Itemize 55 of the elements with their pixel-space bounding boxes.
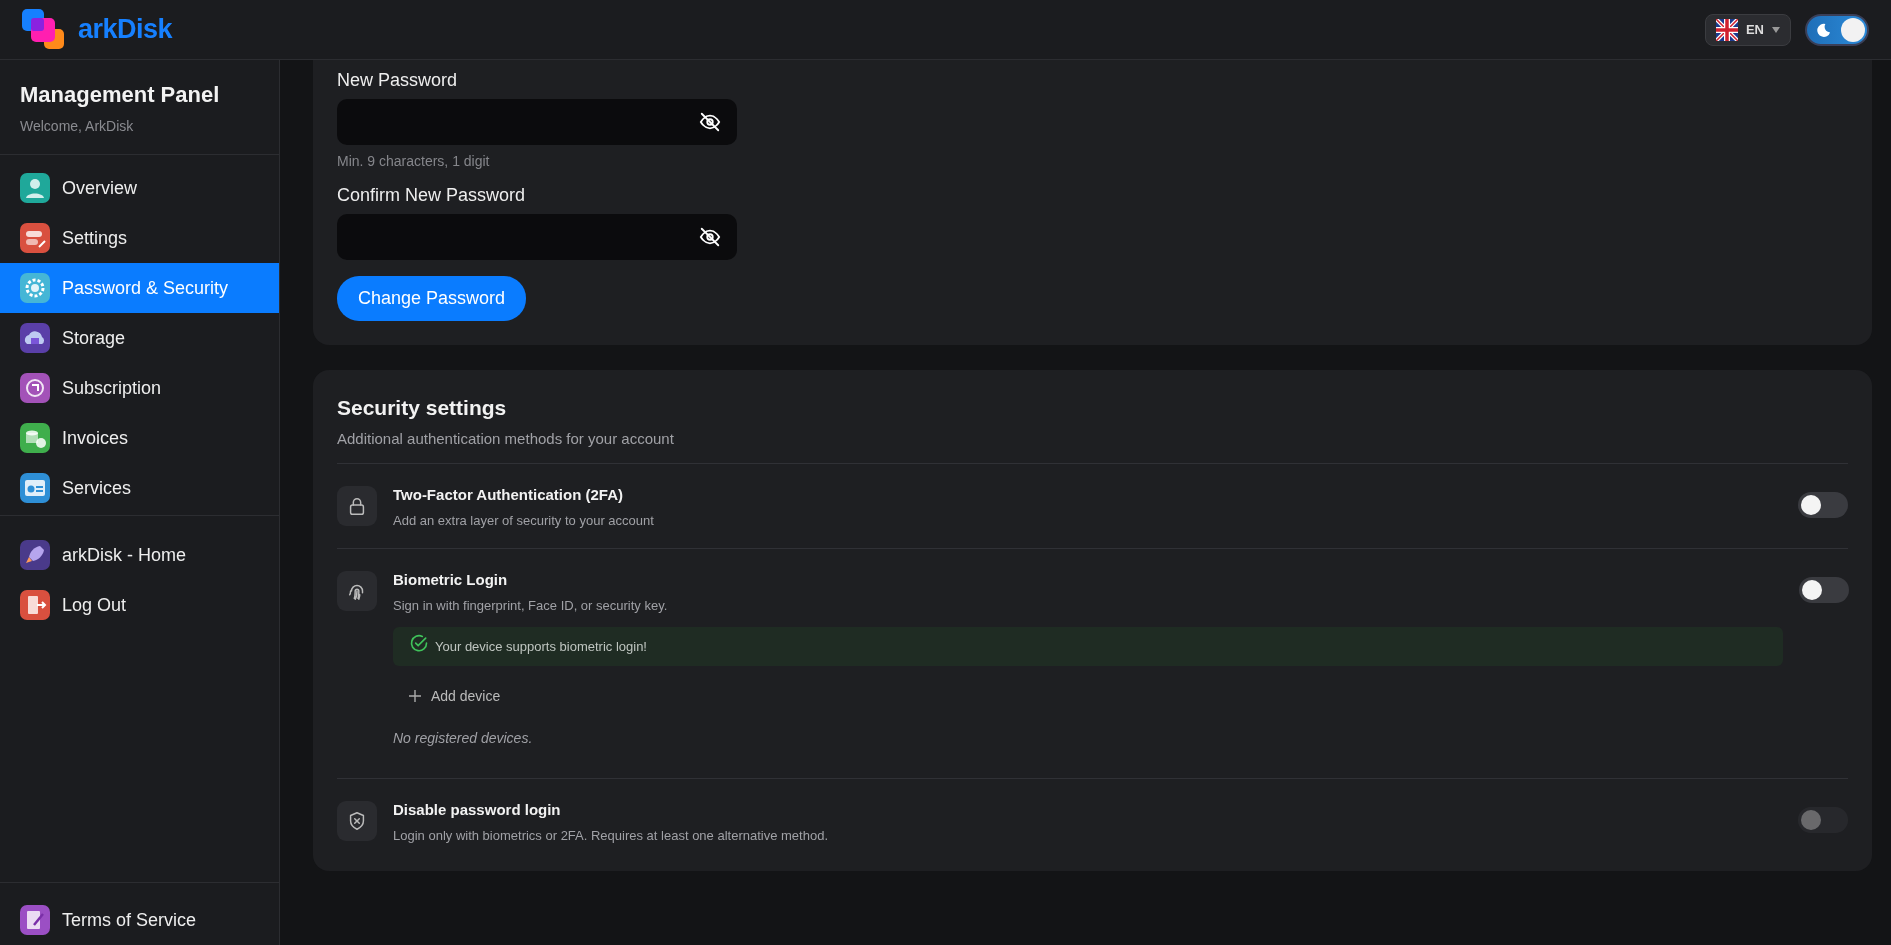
shield-icon	[337, 801, 377, 841]
fingerprint-icon	[337, 571, 377, 611]
sidebar-item[interactable]: Log Out	[0, 580, 279, 630]
sidebar-item[interactable]: Password & Security	[0, 263, 279, 313]
caret-icon	[1772, 26, 1780, 33]
sidebar-item[interactable]: Storage	[0, 313, 279, 363]
sidebar-item-icon	[20, 905, 50, 935]
setting-title: Two-Factor Authentication (2FA)	[393, 486, 624, 503]
language-selector[interactable]: EN	[1704, 13, 1791, 46]
brand-name: arkDisk	[78, 14, 173, 45]
sidebar-item[interactable]: arkDisk - Home	[0, 530, 279, 580]
plus-icon	[409, 690, 421, 702]
welcome-text: Welcome, ArkDisk	[20, 118, 135, 134]
password-field[interactable]	[337, 99, 737, 145]
eye-off-icon[interactable]	[699, 111, 721, 133]
lock-icon	[337, 486, 377, 526]
section-subtitle: Additional authentication methods for your account	[337, 430, 1848, 464]
field-label: New Password	[337, 70, 459, 91]
sidebar-item-icon	[20, 473, 50, 503]
field-label: Confirm New Password	[337, 185, 527, 206]
setting-description: Add an extra layer of security to your account	[393, 513, 655, 528]
sidebar-item[interactable]: Terms of Service	[0, 895, 279, 945]
sidebar-item-icon	[20, 540, 50, 570]
sidebar-item-icon	[20, 273, 50, 303]
sidebar-item-icon	[20, 173, 50, 203]
section-title: Security settings	[337, 396, 508, 420]
setting-description: Sign in with fingerprint, Face ID, or security key.	[393, 598, 669, 613]
toggle-switch[interactable]	[1798, 492, 1848, 518]
password-field[interactable]	[337, 214, 737, 260]
sidebar-item-icon	[20, 223, 50, 253]
sidebar-item[interactable]: Subscription	[0, 363, 279, 413]
sidebar-item-icon	[20, 373, 50, 403]
setting-title: Biometric Login	[393, 571, 509, 588]
empty-text: No registered devices.	[393, 730, 534, 748]
sidebar-item-icon	[20, 590, 50, 620]
change-password-button[interactable]: Change Password	[337, 276, 527, 321]
sidebar-item[interactable]: Services	[0, 463, 279, 513]
sidebar-item[interactable]: Settings	[0, 213, 279, 263]
check-circle-icon	[409, 633, 429, 654]
sidebar-item-icon	[20, 323, 50, 353]
notice-text: Your device supports biometric login!	[435, 639, 647, 654]
add-device-button[interactable]: Add device	[393, 678, 517, 714]
moon-icon	[1816, 22, 1831, 38]
sidebar-item-icon	[20, 423, 50, 453]
eye-off-icon[interactable]	[699, 226, 721, 248]
toggle-switch[interactable]	[1799, 577, 1849, 603]
setting-title: Disable password login	[393, 801, 562, 818]
sidebar-item[interactable]: Overview	[0, 163, 279, 213]
setting-description: Login only with biometrics or 2FA. Requires at least one alternative method.	[393, 828, 829, 843]
sidebar-item[interactable]: Invoices	[0, 413, 279, 463]
panel-title: Management Panel	[20, 82, 221, 108]
logo-icon	[22, 8, 66, 51]
flag-icon	[1715, 18, 1738, 41]
theme-toggle[interactable]	[1805, 13, 1869, 46]
field-hint: Min. 9 characters, 1 digit	[337, 153, 491, 169]
